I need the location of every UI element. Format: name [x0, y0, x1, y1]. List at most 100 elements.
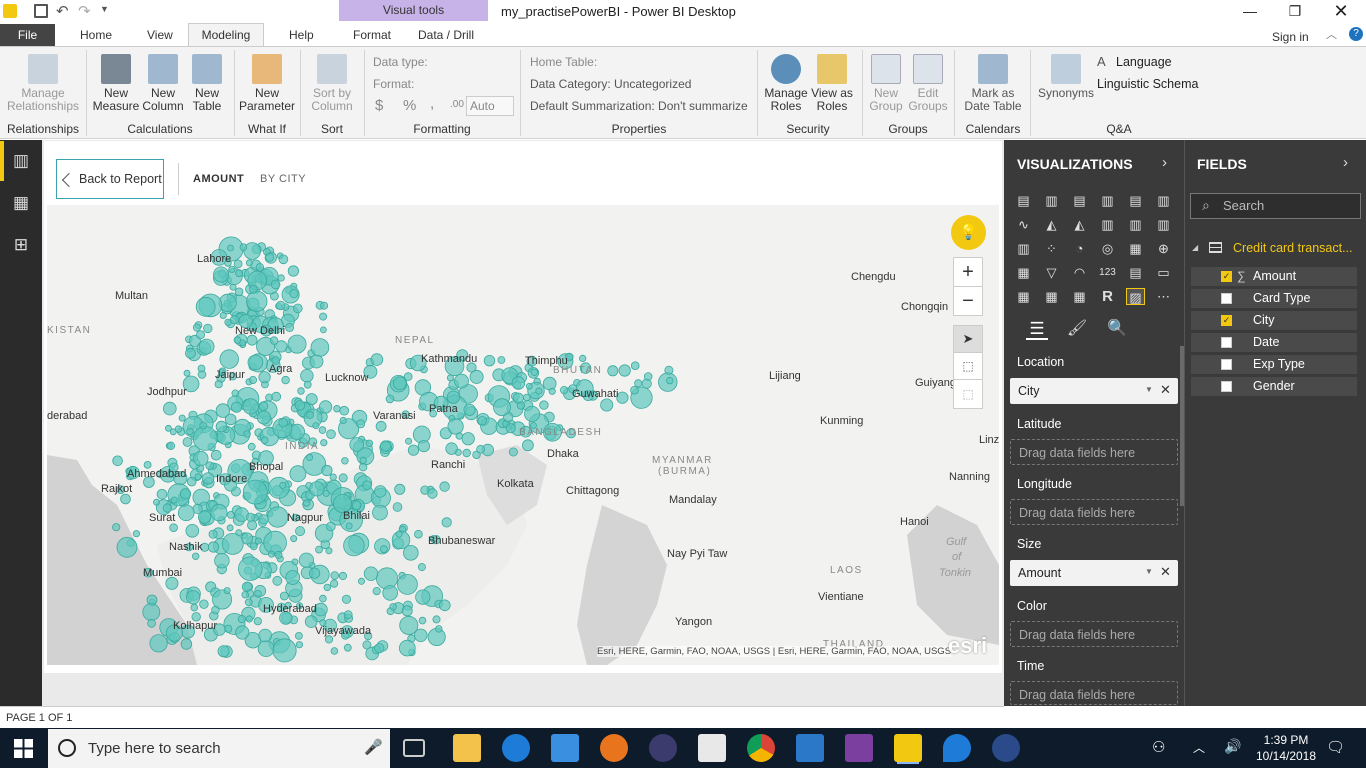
city-bubble[interactable]	[224, 624, 233, 633]
city-bubble[interactable]	[246, 512, 256, 522]
city-bubble[interactable]	[267, 550, 275, 558]
city-bubble[interactable]	[180, 638, 193, 650]
field-checkbox[interactable]	[1221, 381, 1232, 392]
restore-button[interactable]: ❐	[1272, 0, 1318, 24]
100-bar-visual-icon[interactable]: ▤	[1126, 192, 1145, 209]
city-bubble[interactable]	[512, 392, 524, 404]
field-checkbox[interactable]	[1221, 293, 1232, 304]
city-bubble[interactable]	[183, 369, 191, 377]
city-bubble[interactable]	[241, 591, 249, 599]
data-view-icon[interactable]: ▦	[9, 192, 33, 214]
filled-map-visual-icon[interactable]: ▦	[1014, 264, 1033, 281]
city-bubble[interactable]	[294, 631, 303, 640]
waterfall-visual-icon[interactable]: ▥	[1014, 240, 1033, 257]
city-bubble[interactable]	[559, 386, 569, 395]
city-bubble[interactable]	[243, 430, 251, 438]
city-bubble[interactable]	[214, 380, 223, 389]
donut-visual-icon[interactable]: ◎	[1098, 240, 1117, 257]
city-bubble[interactable]	[242, 398, 259, 415]
city-bubble[interactable]	[203, 323, 213, 334]
field-checkbox[interactable]: ✓	[1221, 271, 1232, 282]
city-bubble[interactable]	[341, 594, 352, 604]
view-as-roles-button[interactable]: View as Roles	[810, 54, 854, 113]
city-bubble[interactable]	[116, 536, 138, 558]
city-bubble[interactable]	[392, 502, 403, 512]
city-bubble[interactable]	[607, 365, 619, 377]
ribbon-visual-icon[interactable]: ▥	[1154, 216, 1173, 233]
city-bubble[interactable]	[600, 398, 614, 412]
language-dropdown[interactable]: Language	[1116, 55, 1172, 69]
mark-as-date-table-button[interactable]: Mark as Date Table	[958, 54, 1028, 113]
city-bubble[interactable]	[156, 488, 168, 500]
city-bubble[interactable]	[372, 586, 381, 596]
city-bubble[interactable]	[265, 252, 275, 262]
map-visual[interactable]: Lahore Multan KISTAN New Delhi NEPAL Kathmand…	[47, 205, 999, 665]
area-visual-icon[interactable]: ◭	[1042, 216, 1061, 233]
city-bubble[interactable]	[463, 403, 476, 416]
city-bubble[interactable]	[349, 437, 365, 452]
manage-roles-button[interactable]: Manage Roles	[762, 54, 810, 113]
city-bubble[interactable]	[441, 517, 452, 528]
edit-groups-button[interactable]: Edit Groups	[908, 54, 948, 113]
city-bubble[interactable]	[258, 401, 269, 411]
city-bubble[interactable]	[195, 296, 216, 317]
city-bubble[interactable]	[210, 449, 222, 461]
size-remove-icon[interactable]: ✕	[1160, 564, 1171, 580]
city-bubble[interactable]	[248, 375, 257, 384]
chrome-icon[interactable]	[747, 734, 775, 762]
city-bubble[interactable]	[325, 547, 333, 555]
save-icon[interactable]	[34, 4, 48, 18]
default-summarization-dropdown[interactable]: Default Summarization: Don't summarize	[530, 99, 748, 113]
linguistic-schema-dropdown[interactable]: Linguistic Schema	[1097, 77, 1198, 91]
city-bubble[interactable]	[435, 625, 443, 633]
city-bubble[interactable]	[379, 440, 392, 452]
city-bubble[interactable]	[190, 603, 199, 612]
city-bubble[interactable]	[318, 400, 333, 414]
city-bubble[interactable]	[343, 643, 352, 652]
city-bubble[interactable]	[274, 550, 283, 559]
city-bubble[interactable]	[207, 541, 220, 553]
city-bubble[interactable]	[249, 542, 258, 551]
table-visual-icon[interactable]: ▦	[1042, 288, 1061, 305]
field-checkbox[interactable]	[1221, 359, 1232, 370]
city-bubble[interactable]	[185, 523, 200, 538]
city-bubble[interactable]	[372, 504, 388, 521]
city-bubble[interactable]	[319, 312, 328, 321]
city-bubble[interactable]	[395, 530, 403, 538]
undo-icon[interactable]: ↶	[56, 2, 69, 20]
city-bubble[interactable]	[120, 493, 131, 505]
city-bubble[interactable]	[370, 353, 384, 366]
city-bubble[interactable]	[231, 401, 243, 413]
city-bubble[interactable]	[247, 354, 264, 371]
city-bubble[interactable]	[244, 598, 253, 607]
city-bubble[interactable]	[235, 269, 244, 278]
city-bubble[interactable]	[277, 274, 285, 282]
city-bubble[interactable]	[169, 523, 178, 533]
city-bubble[interactable]	[389, 603, 397, 611]
city-bubble[interactable]	[339, 416, 347, 425]
city-bubble[interactable]	[382, 585, 399, 601]
city-bubble[interactable]	[247, 520, 258, 531]
field-table-name[interactable]: Credit card transact...	[1233, 241, 1353, 255]
city-bubble[interactable]	[132, 530, 141, 538]
city-bubble[interactable]	[511, 376, 526, 390]
city-bubble[interactable]	[295, 641, 303, 649]
select-pointer-button[interactable]: ➤	[953, 325, 983, 353]
city-bubble[interactable]	[249, 285, 258, 294]
tab-data-drill[interactable]: Data / Drill	[408, 24, 484, 46]
city-bubble[interactable]	[357, 577, 365, 585]
city-bubble[interactable]	[182, 437, 193, 447]
location-dropdown-icon[interactable]: ▼	[1145, 385, 1153, 394]
city-bubble[interactable]	[255, 263, 265, 272]
sign-in-link[interactable]: Sign in	[1262, 26, 1319, 48]
line-visual-icon[interactable]: ∿	[1014, 216, 1033, 233]
city-bubble[interactable]	[415, 589, 431, 605]
city-bubble[interactable]	[245, 615, 253, 623]
edge-icon[interactable]	[502, 734, 530, 762]
city-bubble[interactable]	[319, 594, 327, 603]
fields-well-tab-icon[interactable]: ☰	[1026, 318, 1048, 340]
stacked-area-visual-icon[interactable]: ◭	[1070, 216, 1089, 233]
city-bubble[interactable]	[142, 603, 161, 621]
100-column-visual-icon[interactable]: ▥	[1154, 192, 1173, 209]
city-bubble[interactable]	[238, 556, 263, 581]
